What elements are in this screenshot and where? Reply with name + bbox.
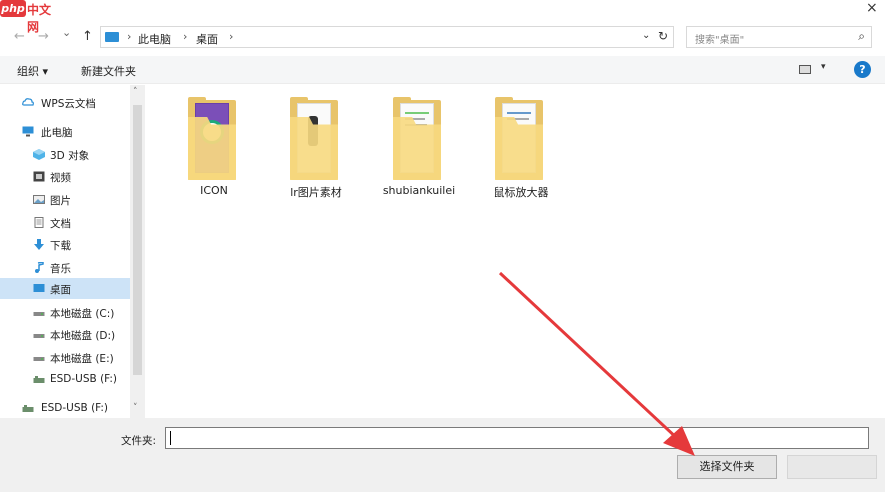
folder-item[interactable]: shubiankuilei: [374, 97, 464, 197]
computer-icon: [22, 126, 34, 137]
folder-name-input[interactable]: [165, 427, 869, 449]
scroll-up-icon[interactable]: ˄: [133, 87, 138, 97]
sidebar-item-label: ESD-USB (F:): [50, 373, 118, 385]
sidebar-item-label: 桌面: [50, 284, 71, 296]
music-icon: [35, 262, 44, 273]
breadcrumb-separator-icon: ›: [127, 30, 132, 43]
sidebar-item-esd-usb[interactable]: ESD-USB (F:): [0, 369, 130, 390]
computer-icon: [105, 32, 119, 42]
sidebar-item-drive-e[interactable]: 本地磁盘 (E:): [0, 347, 130, 368]
view-dropdown-chevron-icon[interactable]: ▾: [821, 62, 826, 72]
command-bar: 组织 ▾ 新建文件夹 ▾ ?: [0, 56, 885, 84]
folder-front: [393, 117, 441, 180]
usb-drive-icon: [33, 376, 45, 383]
sidebar-item-downloads[interactable]: 下载: [0, 234, 130, 255]
new-folder-button[interactable]: 新建文件夹: [81, 63, 136, 79]
folder-name: lr图片素材: [290, 186, 342, 199]
download-icon: [34, 239, 44, 250]
3d-objects-icon: [33, 149, 45, 160]
text-caret: [170, 431, 171, 445]
address-bar-row: ← → ⌄ ↑ › 此电脑 › 桌面 › ⌄ ↻ 搜索"桌面" ⌕: [0, 22, 885, 52]
folder-content-area: ICON lr图片素材 shubiankuilei 鼠标放大器: [145, 85, 885, 418]
folder-field-label: 文件夹:: [121, 435, 157, 447]
usb-drive-icon: [22, 405, 34, 412]
sidebar-item-this-pc[interactable]: 此电脑: [0, 121, 130, 142]
sidebar-item-label: WPS云文档: [41, 98, 96, 110]
sidebar-item-drive-c[interactable]: 本地磁盘 (C:): [0, 302, 130, 323]
sidebar-item-3d-objects[interactable]: 3D 对象: [0, 144, 130, 165]
sidebar-item-label: ESD-USB (F:): [41, 402, 109, 414]
close-window-button[interactable]: ×: [866, 0, 878, 16]
dialog-footer: 文件夹: 选择文件夹: [0, 418, 885, 492]
breadcrumb-this-pc[interactable]: 此电脑: [138, 31, 171, 47]
sidebar-item-label: 3D 对象: [50, 150, 90, 162]
drive-icon: [33, 312, 45, 316]
back-arrow-icon[interactable]: ←: [14, 29, 25, 44]
address-field[interactable]: › 此电脑 › 桌面 › ⌄ ↻: [100, 26, 674, 48]
navigation-scrollbar[interactable]: ˄ ˅: [130, 85, 145, 418]
sidebar-item-label: 本地磁盘 (E:): [50, 353, 114, 365]
breadcrumb-separator-icon: ›: [183, 30, 188, 43]
sidebar-item-label: 音乐: [50, 263, 71, 275]
navigation-pane: WPS云文档 此电脑 3D 对象 视频 图片 文档 下载 音乐 桌面 本地磁盘 …: [0, 85, 145, 418]
sidebar-item-label: 本地磁盘 (C:): [50, 308, 115, 320]
sidebar-item-label: 图片: [50, 195, 71, 207]
sidebar-item-label: 文档: [50, 218, 71, 230]
folder-front: [290, 117, 338, 180]
refresh-icon[interactable]: ↻: [658, 29, 668, 43]
cancel-button[interactable]: [787, 455, 877, 479]
folder-item[interactable]: 鼠标放大器: [476, 97, 566, 199]
desktop-icon: [33, 284, 45, 292]
video-icon: [33, 171, 45, 182]
folder-front: [495, 117, 543, 180]
sidebar-item-pictures[interactable]: 图片: [0, 189, 130, 210]
sidebar-item-label: 本地磁盘 (D:): [50, 330, 116, 342]
sidebar-item-music[interactable]: 音乐: [0, 257, 130, 278]
sidebar-item-esd-usb-root[interactable]: ESD-USB (F:): [0, 398, 130, 419]
organize-menu-button[interactable]: 组织 ▾: [17, 63, 48, 79]
scrollbar-thumb[interactable]: [133, 105, 142, 375]
preview-line: [507, 112, 531, 114]
folder-name: ICON: [200, 184, 228, 197]
scroll-down-icon[interactable]: ˅: [133, 403, 138, 413]
folder-front: [188, 117, 236, 180]
sidebar-item-label: 此电脑: [41, 127, 73, 139]
view-options-icon[interactable]: [799, 65, 811, 74]
php-watermark-logo: php 中文网: [0, 0, 60, 34]
recent-locations-chevron-icon[interactable]: ⌄: [62, 26, 71, 39]
breadcrumb-separator-icon: ›: [229, 30, 234, 43]
up-arrow-icon[interactable]: ↑: [82, 29, 93, 44]
drive-icon: [33, 334, 45, 338]
preview-line: [405, 112, 429, 114]
sidebar-item-documents[interactable]: 文档: [0, 212, 130, 233]
folder-name: shubiankuilei: [382, 184, 456, 197]
help-icon[interactable]: ?: [854, 61, 871, 78]
folder-item[interactable]: ICON: [169, 97, 259, 197]
sidebar-item-drive-d[interactable]: 本地磁盘 (D:): [0, 324, 130, 345]
search-input[interactable]: 搜索"桌面" ⌕: [686, 26, 872, 48]
sidebar-item-wps-cloud[interactable]: WPS云文档: [0, 92, 130, 113]
folder-name: 鼠标放大器: [493, 186, 549, 199]
sidebar-item-desktop[interactable]: 桌面: [0, 278, 130, 299]
sidebar-item-videos[interactable]: 视频: [0, 166, 130, 187]
cloud-icon: [22, 98, 34, 106]
php-logo-badge: php: [0, 0, 26, 17]
sidebar-item-label: 视频: [50, 172, 71, 184]
search-placeholder: 搜索"桌面": [695, 35, 745, 46]
folder-item[interactable]: lr图片素材: [271, 97, 361, 199]
search-icon[interactable]: ⌕: [858, 29, 865, 44]
drive-icon: [33, 357, 45, 361]
sidebar-item-label: 下载: [50, 240, 71, 252]
forward-arrow-icon[interactable]: →: [38, 29, 49, 44]
documents-icon: [34, 217, 44, 228]
breadcrumb-desktop[interactable]: 桌面: [196, 31, 218, 47]
address-dropdown-chevron-icon[interactable]: ⌄: [642, 30, 650, 41]
pictures-icon: [33, 195, 45, 204]
select-folder-button[interactable]: 选择文件夹: [677, 455, 777, 479]
